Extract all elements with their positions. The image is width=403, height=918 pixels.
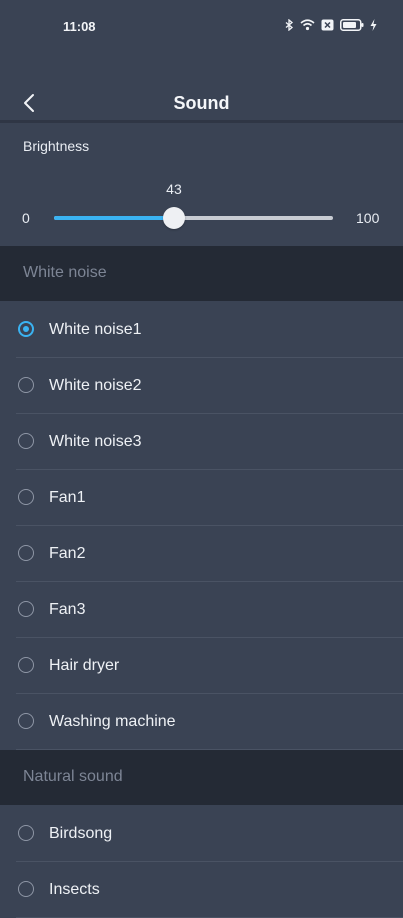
sound-option[interactable]: White noise3 [0,414,403,470]
page-title: Sound [173,93,230,113]
brightness-label: Brightness [23,138,90,154]
sound-option[interactable]: White noise2 [0,358,403,414]
sound-option-label: White noise2 [49,377,142,394]
radio-unselected[interactable] [18,713,34,729]
sound-option[interactable]: Fan2 [0,526,403,582]
sound-option[interactable]: Hair dryer [0,638,403,694]
header: Sound [0,54,403,123]
slider-max-label: 100 [356,210,380,226]
slider-fill [54,216,174,220]
status-time: 11:08 [63,19,96,34]
radio-unselected[interactable] [18,601,34,617]
wifi-icon [300,18,315,36]
sound-option-label: Washing machine [49,713,176,730]
slider-min-label: 0 [22,210,30,226]
section-title: White noise [23,264,107,281]
battery-icon [340,18,364,36]
sound-option-label: Fan1 [49,489,86,506]
brightness-slider[interactable] [54,207,333,229]
radio-selected[interactable] [18,321,34,337]
close-box-icon [321,18,334,36]
sound-option-label: White noise3 [49,433,142,450]
brightness-panel: Brightness 43 0 100 [0,123,403,246]
charging-icon [370,18,377,36]
section-header: White noise [0,246,403,301]
radio-unselected[interactable] [18,489,34,505]
radio-unselected[interactable] [18,377,34,393]
slider-thumb[interactable] [162,207,185,229]
sound-option[interactable]: Washing machine [0,694,403,750]
radio-unselected[interactable] [18,825,34,841]
radio-unselected[interactable] [18,545,34,561]
radio-unselected[interactable] [18,657,34,673]
sound-option-label: Birdsong [49,825,113,842]
slider-value: 43 [166,181,182,197]
section-title: Natural sound [23,768,123,785]
sound-option-label: Fan3 [49,601,86,618]
sound-option[interactable]: White noise1 [0,302,403,358]
section-header: Natural sound [0,750,403,805]
sound-option[interactable]: Insects [0,862,403,918]
sound-option-label: White noise1 [49,321,142,338]
sound-option-label: Insects [49,881,100,898]
sound-option-label: Fan2 [49,545,86,562]
radio-unselected[interactable] [18,881,34,897]
sound-option-label: Hair dryer [49,657,120,674]
status-bar: 11:08 [0,0,403,54]
sound-option[interactable]: Fan1 [0,470,403,526]
sound-option[interactable]: Fan3 [0,582,403,638]
sound-option[interactable]: Birdsong [0,806,403,862]
bluetooth-icon [285,18,294,36]
radio-unselected[interactable] [18,433,34,449]
status-icons [285,18,377,36]
